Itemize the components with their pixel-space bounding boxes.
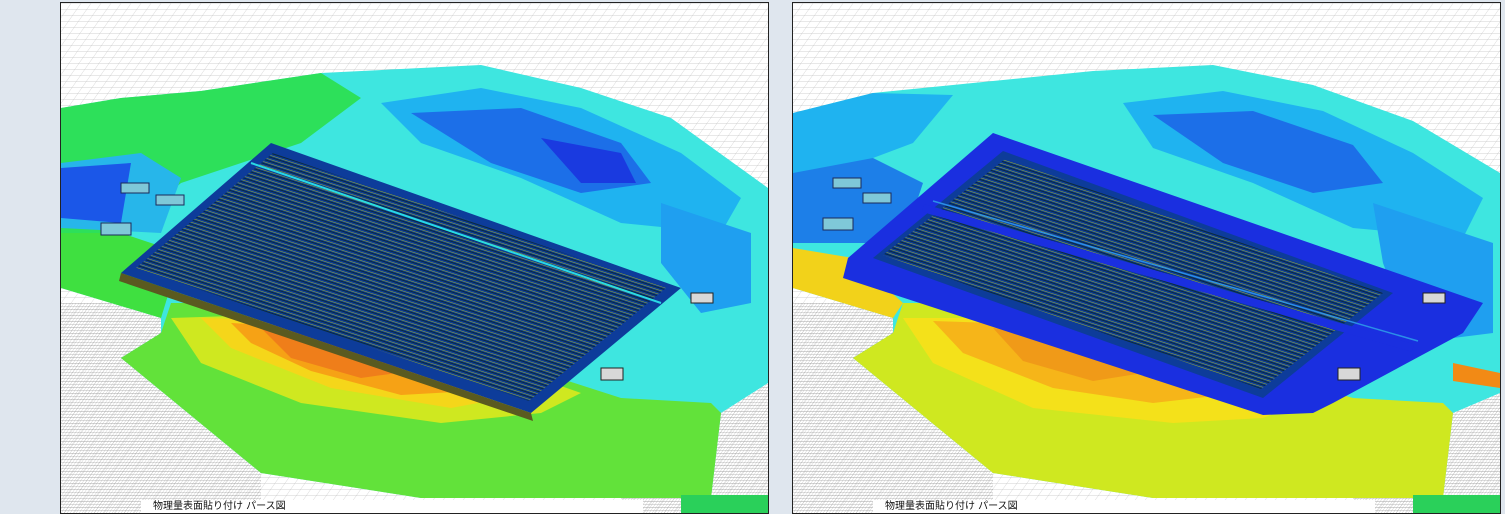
surface-contour-plot: [61, 3, 768, 513]
view-caption: 物理量表面貼り付け パース図: [141, 500, 643, 513]
cfd-view-right[interactable]: 物理量表面貼り付け パース図: [792, 2, 1501, 514]
surface-contour-plot: [793, 3, 1500, 513]
view-caption: 物理量表面貼り付け パース図: [873, 500, 1375, 513]
cfd-view-left[interactable]: 物理量表面貼り付け パース図: [60, 2, 769, 514]
